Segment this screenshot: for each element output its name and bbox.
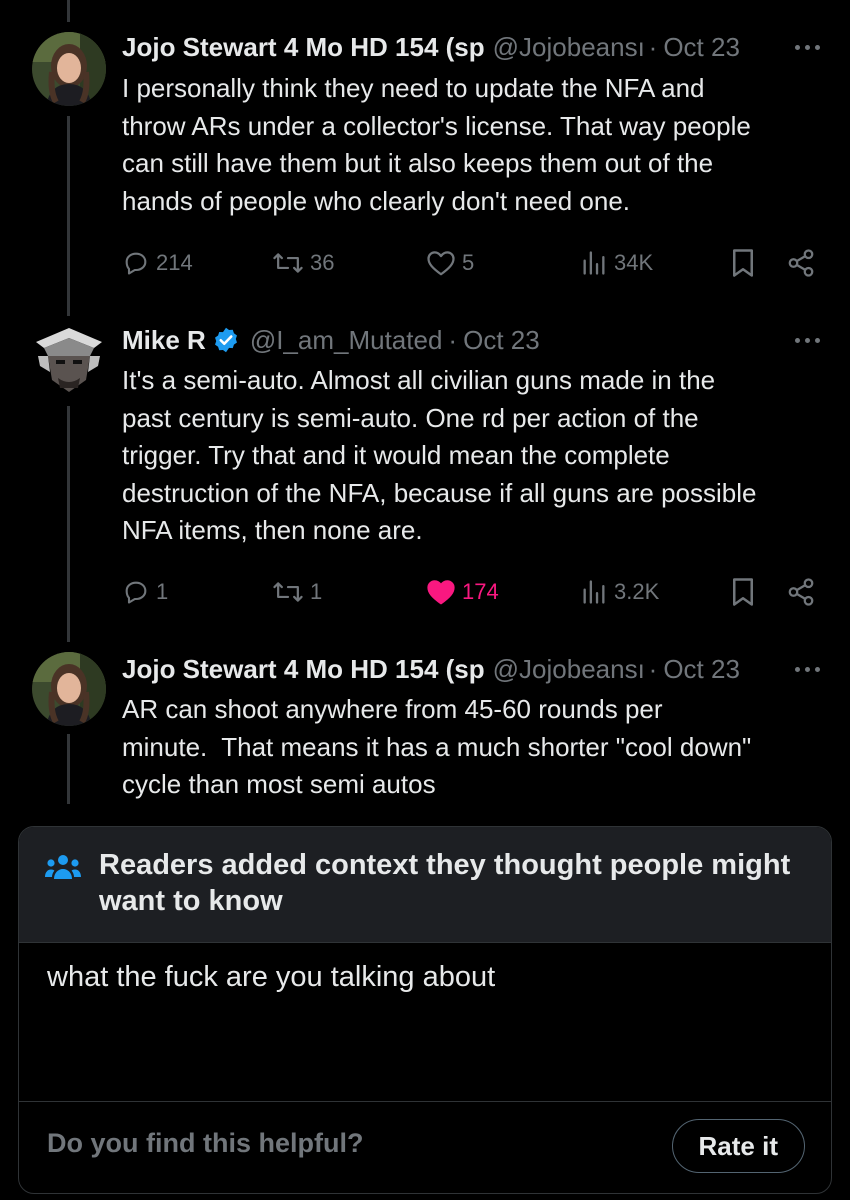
thread-line-2 bbox=[67, 406, 70, 642]
views-icon bbox=[583, 251, 605, 275]
views-button[interactable]: 34K bbox=[580, 243, 653, 283]
tweet-3-text: AR can shoot anywhere from 45-60 rounds … bbox=[122, 694, 752, 799]
like-button[interactable]: 5 bbox=[426, 243, 474, 283]
author-handle[interactable]: @Jojobeansı bbox=[493, 32, 643, 63]
thread-line-top bbox=[67, 0, 70, 22]
tweet-date[interactable]: Oct 23 bbox=[463, 325, 540, 356]
thread-line-3 bbox=[67, 734, 70, 804]
share-button[interactable] bbox=[786, 572, 816, 612]
tweet-2-header: Mike R @I_am_Mutated · Oct 23 bbox=[122, 322, 820, 358]
tweet-date[interactable]: Oct 23 bbox=[663, 32, 740, 63]
bookmark-button[interactable] bbox=[730, 243, 756, 283]
views-button[interactable]: 3.2K bbox=[580, 572, 659, 612]
community-note-header: Readers added context they thought peopl… bbox=[19, 827, 831, 943]
reply-count: 1 bbox=[156, 579, 169, 604]
community-note-body: what the fuck are you talking about bbox=[47, 961, 496, 993]
more-icon[interactable] bbox=[795, 322, 820, 358]
repost-count: 1 bbox=[310, 579, 323, 604]
tweet-1-header: Jojo Stewart 4 Mo HD 154 (sp @Jojobeansı… bbox=[122, 29, 820, 65]
bookmark-button[interactable] bbox=[730, 572, 756, 612]
repost-icon bbox=[273, 253, 303, 273]
views-icon bbox=[583, 580, 605, 604]
verified-icon bbox=[214, 327, 237, 353]
share-icon bbox=[788, 578, 814, 606]
like-icon bbox=[427, 580, 455, 605]
repost-icon bbox=[273, 582, 303, 602]
reply-button[interactable]: 214 bbox=[122, 243, 193, 283]
avatar-jojo[interactable] bbox=[32, 652, 106, 726]
tweet-1-text: I personally think they need to update t… bbox=[122, 73, 751, 216]
separator: · bbox=[448, 324, 458, 355]
repost-button[interactable]: 36 bbox=[272, 243, 334, 283]
community-notes-icon bbox=[45, 855, 81, 879]
avatar-image bbox=[30, 322, 108, 400]
rate-it-button[interactable]: Rate it bbox=[671, 1119, 805, 1173]
author-handle[interactable]: @I_am_Mutated bbox=[250, 325, 443, 356]
reply-count: 214 bbox=[156, 250, 193, 275]
tweet-1-actions: 214 36 5 34K bbox=[122, 243, 822, 283]
tweet-date[interactable]: Oct 23 bbox=[663, 654, 740, 685]
like-button[interactable]: 174 bbox=[426, 572, 499, 612]
reply-button[interactable]: 1 bbox=[122, 572, 168, 612]
separator: · bbox=[648, 653, 658, 684]
reply-icon bbox=[125, 581, 147, 604]
community-note: Readers added context they thought peopl… bbox=[18, 826, 832, 1194]
like-icon bbox=[427, 251, 455, 276]
reply-icon bbox=[125, 252, 147, 275]
repost-count: 36 bbox=[310, 250, 335, 275]
tweet-2-actions: 1 1 174 3.2K bbox=[122, 572, 822, 612]
like-count: 5 bbox=[462, 250, 475, 275]
avatar-mike[interactable] bbox=[30, 322, 108, 400]
tweet-3-header: Jojo Stewart 4 Mo HD 154 (sp @Jojobeansı… bbox=[122, 651, 820, 687]
author-handle[interactable]: @Jojobeansı bbox=[493, 654, 643, 685]
repost-button[interactable]: 1 bbox=[272, 572, 322, 612]
thread-line-1 bbox=[67, 116, 70, 316]
views-count: 3.2K bbox=[614, 579, 660, 604]
bookmark-icon bbox=[733, 578, 753, 606]
author-name[interactable]: Jojo Stewart 4 Mo HD 154 (sp bbox=[122, 32, 485, 63]
avatar-jojo[interactable] bbox=[32, 32, 106, 106]
share-icon bbox=[788, 249, 814, 277]
author-name[interactable]: Mike R bbox=[122, 325, 206, 356]
avatar-image bbox=[32, 652, 106, 726]
bookmark-icon bbox=[733, 249, 753, 277]
share-button[interactable] bbox=[786, 243, 816, 283]
more-icon[interactable] bbox=[795, 29, 820, 65]
tweet-2-text: It's a semi-auto. Almost all civilian gu… bbox=[122, 365, 757, 545]
avatar-image bbox=[32, 32, 106, 106]
author-name[interactable]: Jojo Stewart 4 Mo HD 154 (sp bbox=[122, 654, 485, 685]
views-count: 34K bbox=[614, 250, 654, 275]
separator: · bbox=[648, 31, 658, 62]
helpful-question: Do you find this helpful? bbox=[47, 1128, 364, 1158]
more-icon[interactable] bbox=[795, 651, 820, 687]
community-note-footer: Do you find this helpful? Rate it bbox=[19, 1101, 831, 1193]
like-count: 174 bbox=[462, 579, 499, 604]
community-note-title: Readers added context they thought peopl… bbox=[99, 849, 791, 917]
